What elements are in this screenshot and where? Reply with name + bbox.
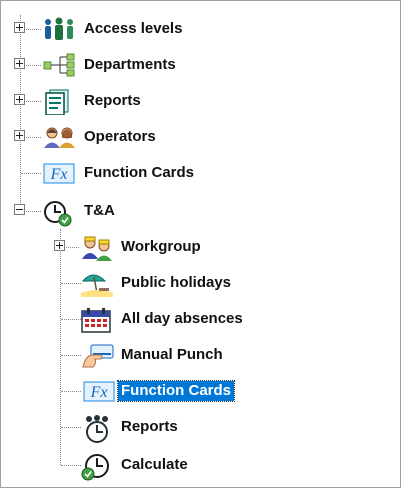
svg-text:Fx: Fx <box>90 384 108 401</box>
tree-item-manual-punch[interactable]: Manual Punch <box>1 341 381 369</box>
tree-item-access-levels[interactable]: Access levels <box>1 15 381 43</box>
tree-item-ta[interactable]: T&A <box>1 197 381 227</box>
tree-line <box>61 465 81 466</box>
tree-item-label: Reports <box>84 92 141 109</box>
tree-item-label: Function Cards <box>116 380 236 402</box>
tree-item-operators[interactable]: Operators <box>1 123 381 151</box>
tree-line <box>61 283 81 284</box>
tree-item-label: All day absences <box>121 310 243 327</box>
clock-icon <box>43 199 72 227</box>
tree-item-calculate[interactable]: Calculate <box>1 451 381 481</box>
hand-card-icon <box>81 343 114 368</box>
navigation-tree[interactable]: Access levels Departments Reports Operat… <box>0 0 401 488</box>
function-fx-icon: Fx <box>83 379 115 403</box>
tree-item-label: Calculate <box>121 456 188 473</box>
tree-line <box>61 427 81 428</box>
tree-item-ta-reports[interactable]: Reports <box>1 413 381 443</box>
tree-item-label: Manual Punch <box>121 346 223 363</box>
operators-icon <box>43 125 75 149</box>
expand-button[interactable] <box>14 22 25 33</box>
hierarchy-icon <box>42 53 75 77</box>
team-clock-icon <box>81 415 108 443</box>
function-fx-icon: Fx <box>43 161 75 185</box>
tree-item-label: Workgroup <box>121 238 201 255</box>
tree-item-reports[interactable]: Reports <box>1 87 381 116</box>
tree-item-function-cards[interactable]: Fx Function Cards <box>1 159 381 187</box>
tree-line <box>21 173 41 174</box>
calculate-clock-icon <box>81 453 109 481</box>
tree-item-all-day-absences[interactable]: All day absences <box>1 305 381 333</box>
expand-button[interactable] <box>54 240 65 251</box>
expand-button[interactable] <box>14 58 25 69</box>
tree-item-label: T&A <box>84 202 115 219</box>
tree-item-label: Departments <box>84 56 176 73</box>
tree-item-label: Access levels <box>84 20 183 37</box>
collapse-button[interactable] <box>14 204 25 215</box>
tree-item-label: Function Cards <box>84 164 195 181</box>
svg-text:Fx: Fx <box>50 166 68 183</box>
people-icon <box>42 17 73 41</box>
tree-item-label: Public holidays <box>121 274 232 291</box>
expand-button[interactable] <box>14 130 25 141</box>
calendar-icon <box>81 307 111 333</box>
tree-item-ta-function-cards[interactable]: Fx Function Cards <box>1 377 381 405</box>
tree-line <box>61 355 81 356</box>
tree-line <box>61 391 81 392</box>
workgroup-icon <box>79 235 112 261</box>
tree-item-label: Operators <box>84 128 156 145</box>
expand-button[interactable] <box>14 94 25 105</box>
tree-item-departments[interactable]: Departments <box>1 51 381 79</box>
beach-icon <box>81 271 113 297</box>
tree-line <box>61 319 81 320</box>
tree-item-workgroup[interactable]: Workgroup <box>1 233 381 261</box>
tree-item-public-holidays[interactable]: Public holidays <box>1 269 381 297</box>
tree-item-label: Reports <box>121 418 178 435</box>
report-icon <box>45 89 71 116</box>
